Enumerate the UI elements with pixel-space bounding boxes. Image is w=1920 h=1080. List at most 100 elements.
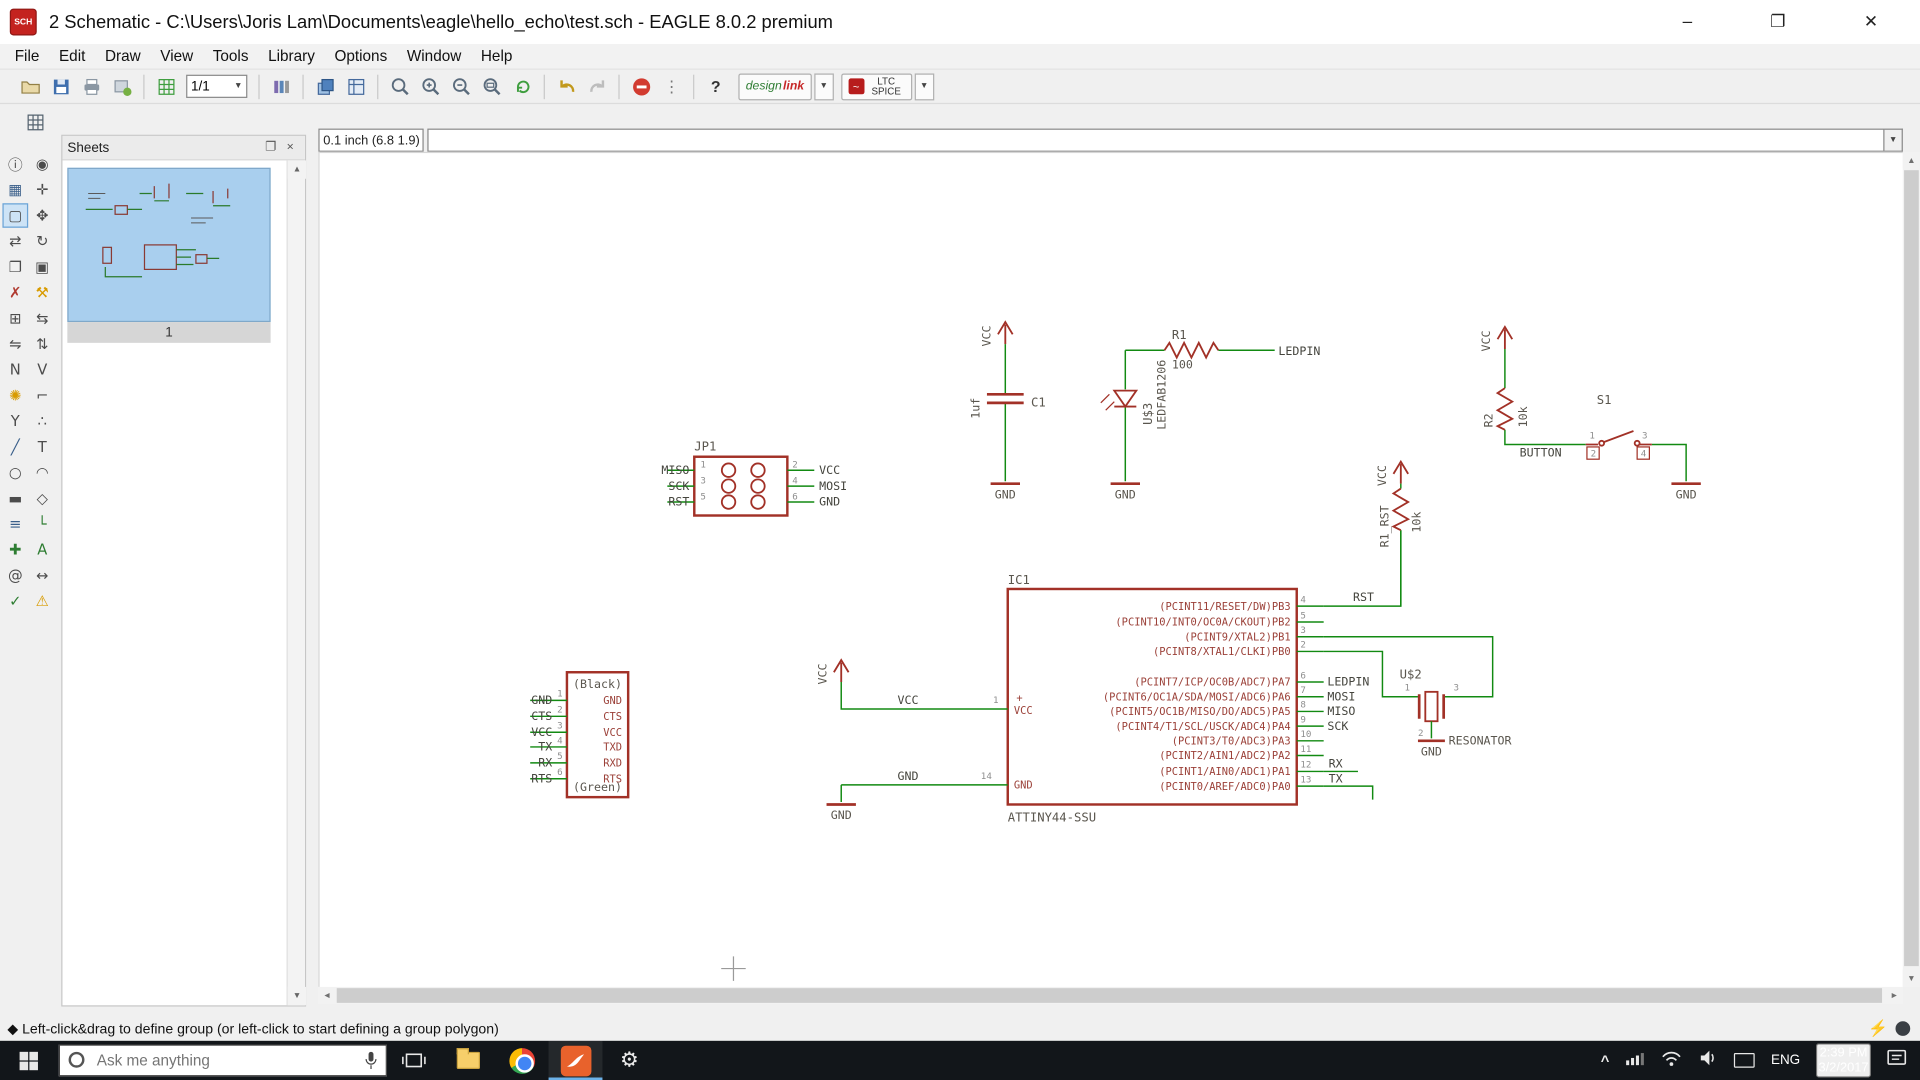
resonator-crystal[interactable] xyxy=(1425,692,1437,721)
design-link-dropdown[interactable]: ▼ xyxy=(814,73,834,100)
scroll-left-icon[interactable]: ◄ xyxy=(318,987,335,1004)
resistor-r2-symbol[interactable] xyxy=(1498,388,1513,430)
sheet-list-item[interactable]: 1 xyxy=(67,322,270,343)
menu-draw[interactable]: Draw xyxy=(95,45,150,67)
zoom-select-button[interactable] xyxy=(476,72,507,101)
tool-replace[interactable]: ⇋ xyxy=(2,332,28,356)
tool-change[interactable]: ⚒ xyxy=(29,280,55,304)
component-c1[interactable]: VCC 1uf C1 GND xyxy=(969,322,1046,501)
jp1-outline[interactable] xyxy=(694,457,787,516)
ltc-spice-button[interactable]: ~LTC SPICE xyxy=(841,73,912,100)
ltc-spice-dropdown[interactable]: ▼ xyxy=(914,73,934,100)
undo-button[interactable] xyxy=(551,72,582,101)
stop-button[interactable] xyxy=(626,72,657,101)
open-button[interactable] xyxy=(15,72,46,101)
zoom-scale-select[interactable]: 1/1▼ xyxy=(186,75,247,98)
vertical-scroll-thumb[interactable] xyxy=(1904,170,1919,966)
tool-gateswap[interactable]: ⇅ xyxy=(29,332,55,356)
component-r2-s1[interactable]: VCC R2 10k BUTTON S1 1 3 2 4 GND xyxy=(1479,327,1701,501)
wire[interactable] xyxy=(1505,349,1686,481)
use-library-button[interactable] xyxy=(266,72,297,101)
tool-split[interactable]: Y xyxy=(2,409,28,433)
scroll-up-icon[interactable]: ▲ xyxy=(1903,152,1920,169)
tool-errors[interactable]: ⚠ xyxy=(29,589,55,613)
chrome-button[interactable] xyxy=(495,1041,549,1080)
file-explorer-button[interactable] xyxy=(441,1041,495,1080)
component-ic1[interactable]: IC1 ATTINY44-SSU VCC GND VCC GND 1 14 + … xyxy=(816,530,1493,824)
tool-erc[interactable]: ✓ xyxy=(2,589,28,613)
print-button[interactable] xyxy=(76,72,107,101)
tool-show[interactable]: ◉ xyxy=(29,152,55,176)
tool-arc[interactable]: ◠ xyxy=(29,460,55,484)
tool-pinswap[interactable]: ⇆ xyxy=(29,306,55,330)
tool-polygon[interactable]: ◇ xyxy=(29,486,55,510)
tool-name[interactable]: N xyxy=(2,358,28,382)
sheet-thumbnail[interactable] xyxy=(67,168,270,322)
menu-file[interactable]: File xyxy=(5,45,49,67)
component-resonator[interactable]: U$2 GND 1 3 2 RESONATOR xyxy=(1400,667,1512,758)
sheets-scrollbar[interactable]: ▲ ▼ xyxy=(287,160,305,1005)
scroll-down-icon[interactable]: ▼ xyxy=(288,987,306,1005)
command-input[interactable] xyxy=(427,129,1884,152)
tool-value[interactable]: V xyxy=(29,358,55,382)
led-symbol[interactable] xyxy=(1114,391,1136,407)
schematic-canvas[interactable]: VCC 1uf C1 GND R1 100 LEDPIN U$3 LEDFAB1… xyxy=(318,152,1902,987)
command-history-dropdown[interactable]: ▼ xyxy=(1884,129,1902,152)
tool-bus[interactable]: ≡ xyxy=(2,512,28,536)
save-button[interactable] xyxy=(45,72,76,101)
close-button[interactable]: ✕ xyxy=(1847,0,1896,42)
menu-options[interactable]: Options xyxy=(325,45,397,67)
eagle-button[interactable] xyxy=(549,1041,603,1080)
tool-info[interactable]: ⓘ xyxy=(2,152,28,176)
start-button[interactable] xyxy=(0,1041,56,1080)
scroll-down-icon[interactable]: ▼ xyxy=(1903,970,1920,987)
action-center-icon[interactable] xyxy=(1887,1048,1908,1072)
zoom-in-button[interactable] xyxy=(415,72,446,101)
zoom-redraw-button[interactable] xyxy=(507,72,538,101)
resistor-r1-symbol[interactable] xyxy=(1164,343,1218,358)
cam-processor-button[interactable] xyxy=(107,72,138,101)
tool-copy[interactable]: ❐ xyxy=(2,255,28,279)
tool-group[interactable]: ▢ xyxy=(2,203,28,227)
language-indicator[interactable]: ENG xyxy=(1771,1053,1800,1068)
tool-add[interactable]: ⊞ xyxy=(2,306,28,330)
tool-text[interactable]: T xyxy=(29,435,55,459)
capacitor-symbol[interactable] xyxy=(987,394,1024,403)
zoom-fit-button[interactable] xyxy=(384,72,415,101)
minimize-button[interactable]: – xyxy=(1663,0,1712,42)
scroll-up-icon[interactable]: ▲ xyxy=(288,160,306,178)
menu-help[interactable]: Help xyxy=(471,45,522,67)
wire[interactable] xyxy=(1324,530,1493,799)
tool-circle[interactable]: ○ xyxy=(2,460,28,484)
restore-button[interactable]: ❐ xyxy=(1753,0,1802,42)
layer-settings-button[interactable] xyxy=(310,72,341,101)
component-jp1[interactable]: JP1 MISO SCK RST 1 3 5 2 4 6 VCC MOSI GN… xyxy=(661,440,847,516)
panel-float-button[interactable]: ❐ xyxy=(261,138,281,158)
tool-junction[interactable]: ✚ xyxy=(2,538,28,562)
vcc-symbol[interactable] xyxy=(998,322,1013,344)
vcc-symbol[interactable] xyxy=(1393,462,1408,484)
tool-paste[interactable]: ▣ xyxy=(29,255,55,279)
grid-settings-button[interactable] xyxy=(151,72,182,101)
tool-mirror[interactable]: ⇄ xyxy=(2,229,28,253)
tool-rotate[interactable]: ↻ xyxy=(29,229,55,253)
tool-smash[interactable]: ✺ xyxy=(2,383,28,407)
tool-rect[interactable]: ▬ xyxy=(2,486,28,510)
grid-toggle-button[interactable] xyxy=(20,108,51,137)
wifi-icon[interactable] xyxy=(1661,1049,1683,1072)
tray-expand-chevron-icon[interactable]: ^ xyxy=(1601,1052,1610,1069)
tool-wire[interactable]: ╱ xyxy=(2,435,28,459)
wire[interactable] xyxy=(841,682,1008,802)
vcc-symbol[interactable] xyxy=(834,660,849,682)
component-ftdi[interactable]: (Black) (Green) GND CTS VCC TXD RXD RTS … xyxy=(530,672,628,797)
speaker-icon[interactable] xyxy=(1699,1049,1719,1072)
tool-miter[interactable]: ⌐ xyxy=(29,383,55,407)
resistor-symbol[interactable] xyxy=(1393,489,1408,531)
panel-close-button[interactable]: × xyxy=(280,138,300,158)
resonator-plates[interactable] xyxy=(1419,694,1443,718)
horizontal-scrollbar[interactable]: ◄ ► xyxy=(318,987,1902,1004)
menu-tools[interactable]: Tools xyxy=(203,45,258,67)
menu-edit[interactable]: Edit xyxy=(49,45,95,67)
tool-delete[interactable]: ✗ xyxy=(2,280,28,304)
tool-mark[interactable]: ✛ xyxy=(29,178,55,202)
